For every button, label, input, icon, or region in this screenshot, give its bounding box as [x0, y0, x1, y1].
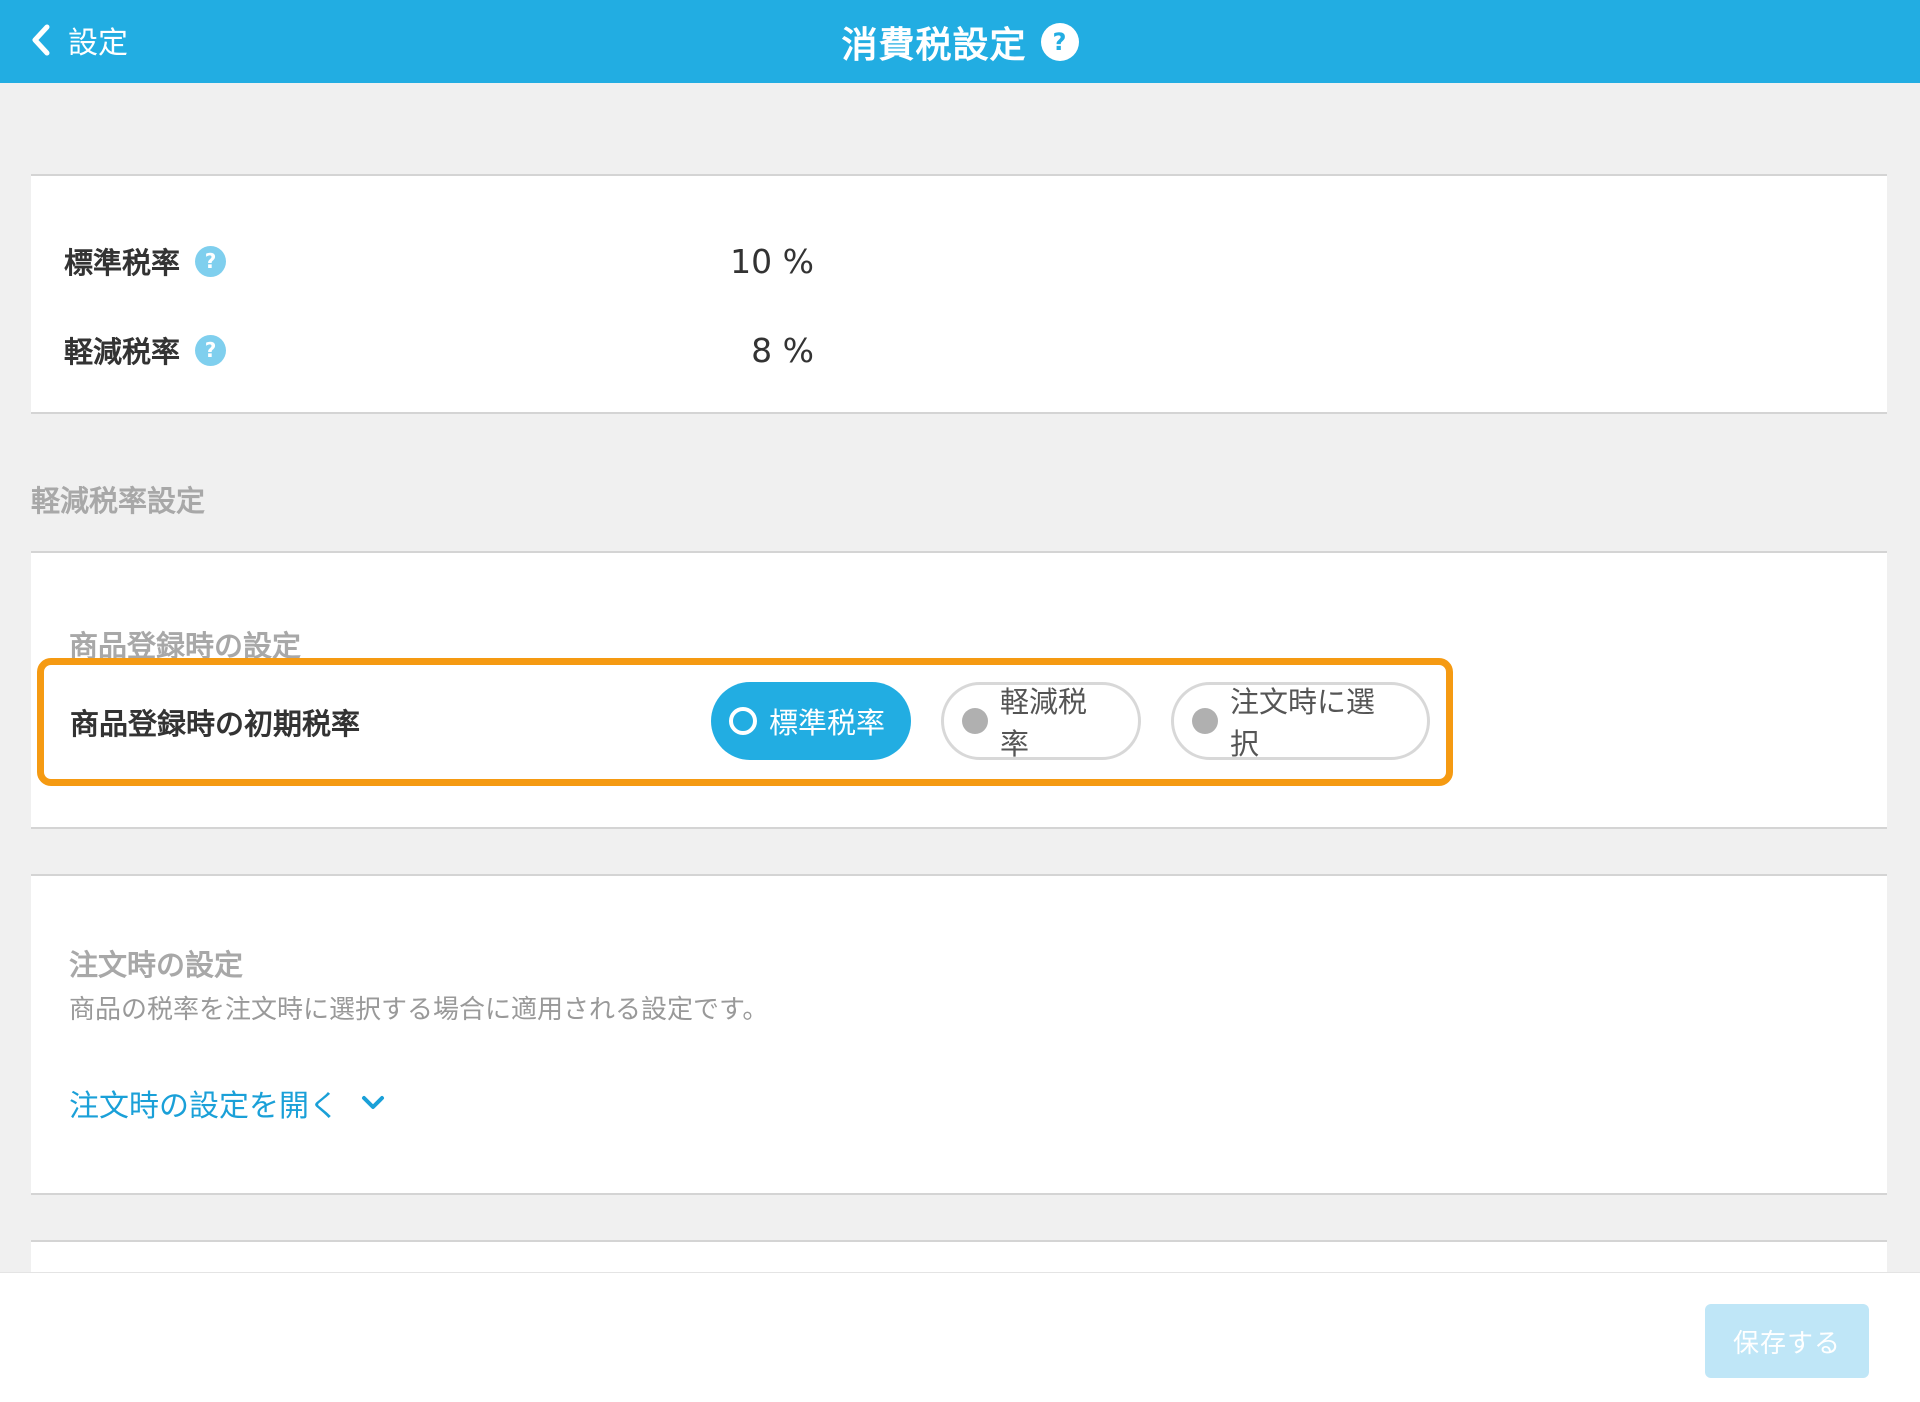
initial-rate-options: 標準税率 軽減税率 注文時に選択: [711, 682, 1430, 761]
order-settings-card: 注文時の設定 商品の税率を注文時に選択する場合に適用される設定です。 注文時の設…: [31, 874, 1887, 1195]
save-button[interactable]: 保存する: [1705, 1304, 1869, 1378]
initial-rate-row: 商品登録時の初期税率 標準税率 軽減税率 注文時に選択: [37, 658, 1453, 786]
page-title: 消費税設定: [841, 24, 1027, 66]
option-label: 標準税率: [769, 706, 886, 740]
standard-rate-value: 10 %: [730, 241, 814, 281]
reduced-rate-value: 8 %: [751, 330, 814, 370]
reduced-rate-help-icon[interactable]: ?: [195, 334, 227, 366]
tax-rates-card: 標準税率 ? 10 % 軽減税率 ? 8 %: [31, 174, 1887, 414]
reduced-rate-settings-heading: 軽減税率設定: [31, 484, 206, 518]
footer-bar: 保存する: [0, 1272, 1920, 1402]
radio-unselected-icon: [962, 708, 988, 734]
help-icon[interactable]: ?: [1040, 22, 1079, 61]
radio-selected-icon: [729, 707, 757, 735]
option-standard-rate[interactable]: 標準税率: [711, 682, 911, 760]
initial-rate-label: 商品登録時の初期税率: [70, 707, 361, 741]
open-order-settings-label: 注文時の設定を開く: [69, 1089, 339, 1124]
standard-rate-label: 標準税率: [64, 246, 181, 280]
product-registration-card: 商品登録時の設定 商品登録時の初期税率 標準税率 軽減税率 注文時に選択: [31, 551, 1887, 829]
open-order-settings-link[interactable]: 注文時の設定を開く: [69, 1081, 385, 1125]
header-title-group: 消費税設定 ?: [0, 0, 1920, 83]
app-header: 設定 消費税設定 ?: [0, 0, 1920, 83]
option-label: 注文時に選択: [1230, 685, 1376, 761]
radio-unselected-icon: [1192, 708, 1218, 734]
standard-rate-row: 標準税率 ? 10 %: [64, 236, 1887, 286]
option-reduced-rate[interactable]: 軽減税率: [941, 682, 1141, 761]
chevron-down-icon: [362, 1096, 384, 1109]
standard-rate-help-icon[interactable]: ?: [195, 245, 227, 277]
option-label: 軽減税率: [1000, 685, 1088, 761]
reduced-rate-row: 軽減税率 ? 8 %: [64, 325, 1887, 375]
option-select-at-order[interactable]: 注文時に選択: [1171, 682, 1430, 761]
order-settings-description: 商品の税率を注文時に選択する場合に適用される設定です。: [69, 995, 769, 1025]
order-settings-title: 注文時の設定: [69, 948, 244, 982]
reduced-rate-label: 軽減税率: [64, 335, 181, 369]
